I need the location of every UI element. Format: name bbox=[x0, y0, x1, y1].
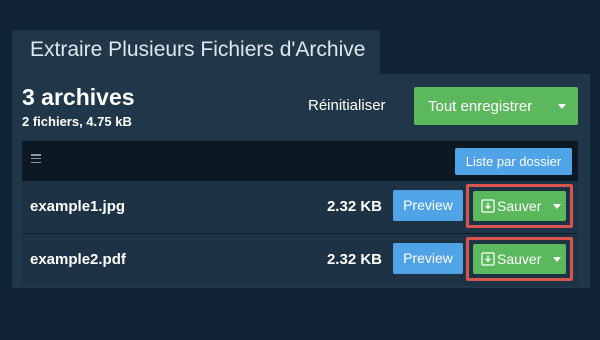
reset-button[interactable]: Réinitialiser bbox=[308, 94, 386, 118]
download-icon bbox=[481, 252, 495, 266]
list-by-folder-button[interactable]: Liste par dossier bbox=[455, 148, 572, 175]
file-name: example2.pdf bbox=[30, 251, 126, 268]
save-button-highlight: Sauver bbox=[466, 237, 573, 281]
table-row: example2.pdf 2.32 KB Preview Sauver bbox=[22, 234, 578, 286]
save-label: Sauver bbox=[497, 198, 542, 214]
caret-down-icon[interactable] bbox=[558, 103, 566, 109]
file-table: Liste par dossier example1.jpg 2.32 KB P… bbox=[22, 141, 578, 286]
file-size: 2.32 KB bbox=[326, 251, 382, 268]
file-size: 2.32 KB bbox=[326, 198, 382, 215]
save-all-button[interactable]: Tout enregistrer bbox=[414, 87, 578, 125]
save-button[interactable]: Sauver bbox=[473, 244, 566, 274]
download-icon bbox=[481, 199, 495, 213]
save-button[interactable]: Sauver bbox=[473, 191, 566, 221]
archive-tab[interactable]: Extraire Plusieurs Fichiers d'Archive bbox=[12, 30, 380, 74]
archive-count-title: 3 archives bbox=[22, 84, 135, 110]
archive-summary: 2 fichiers, 4.75 kB bbox=[22, 114, 132, 129]
save-all-label: Tout enregistrer bbox=[428, 97, 533, 115]
hamburger-icon[interactable] bbox=[31, 154, 41, 163]
file-name: example1.jpg bbox=[30, 198, 126, 215]
save-label: Sauver bbox=[497, 251, 542, 267]
archive-panel: 3 archives 2 fichiers, 4.75 kB Réinitial… bbox=[12, 74, 590, 288]
table-row: example1.jpg 2.32 KB Preview Sauver bbox=[22, 181, 578, 233]
caret-down-icon[interactable] bbox=[553, 256, 561, 262]
tab-title: Extraire Plusieurs Fichiers d'Archive bbox=[30, 38, 366, 61]
preview-button[interactable]: Preview bbox=[393, 243, 463, 274]
caret-down-icon[interactable] bbox=[553, 203, 561, 209]
preview-button[interactable]: Preview bbox=[393, 190, 463, 221]
save-button-highlight: Sauver bbox=[466, 184, 573, 228]
table-toolbar: Liste par dossier bbox=[22, 141, 578, 181]
